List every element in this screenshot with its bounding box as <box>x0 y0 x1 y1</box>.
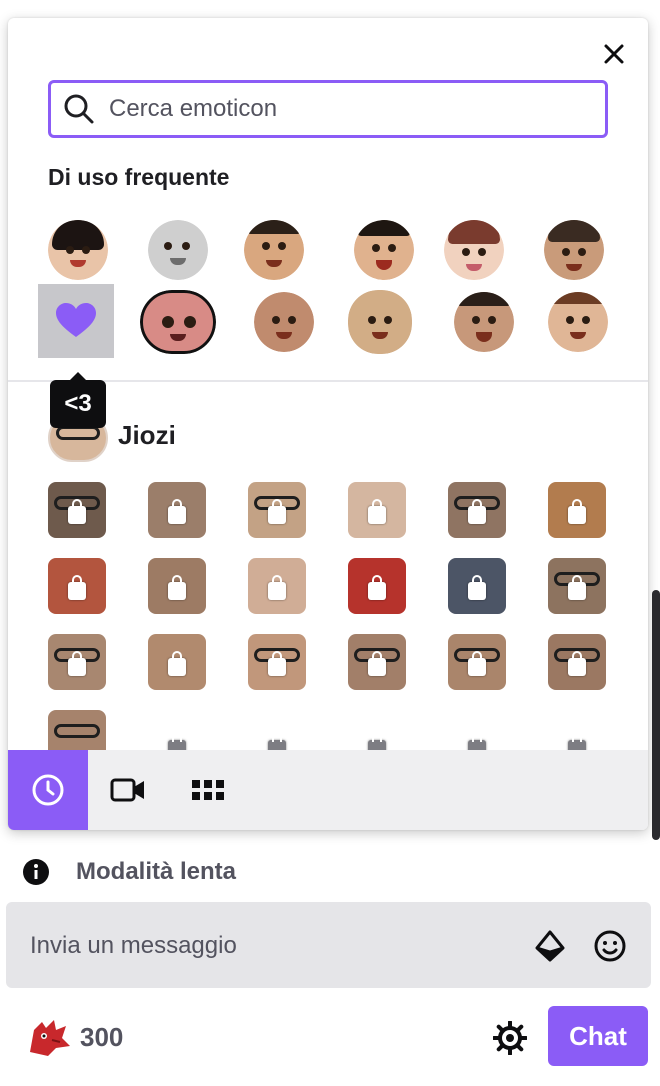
chat-send-button[interactable]: Chat <box>548 1006 648 1066</box>
lock-icon <box>368 575 386 600</box>
emote[interactable] <box>454 292 514 352</box>
locked-emote[interactable] <box>48 634 106 690</box>
slow-mode-label: Modalità lenta <box>76 858 237 885</box>
locked-emote[interactable] <box>248 482 306 538</box>
clock-icon <box>32 774 64 806</box>
emote-picker: Di uso frequente <box>8 18 648 830</box>
locked-emote[interactable] <box>248 634 306 690</box>
emote[interactable] <box>544 220 604 280</box>
close-button[interactable] <box>598 38 630 70</box>
channel-points[interactable]: 300 <box>26 1016 123 1058</box>
lock-icon <box>168 651 186 676</box>
locked-emote[interactable] <box>348 482 406 538</box>
lock-icon <box>68 575 86 600</box>
frequent-section-title: Di uso frequente <box>48 164 230 190</box>
lock-icon <box>368 651 386 676</box>
emote-search-field[interactable] <box>48 80 608 138</box>
emote-picker-button[interactable] <box>592 928 628 964</box>
emote-heart[interactable] <box>38 284 114 358</box>
grid-icon <box>192 780 224 800</box>
locked-emote[interactable] <box>348 634 406 690</box>
chat-message-input[interactable] <box>30 926 510 966</box>
emote[interactable] <box>444 220 504 280</box>
locked-emote[interactable] <box>548 482 606 538</box>
chat-settings-button[interactable] <box>490 1018 530 1058</box>
lock-icon <box>268 499 286 524</box>
locked-emote[interactable] <box>148 482 206 538</box>
lock-icon <box>68 651 86 676</box>
chat-footer: 300 Chat <box>0 1000 660 1080</box>
bits-icon <box>535 930 565 962</box>
lock-icon <box>168 575 186 600</box>
channel-points-icon <box>30 1020 70 1056</box>
emote[interactable] <box>148 220 208 280</box>
locked-emote[interactable] <box>148 558 206 614</box>
locked-emote[interactable] <box>448 634 506 690</box>
channel-name: Jiozi <box>118 420 176 450</box>
tab-all-emotes[interactable] <box>168 750 248 830</box>
tab-video[interactable] <box>88 750 168 830</box>
video-icon <box>110 778 144 802</box>
lock-icon <box>568 575 586 600</box>
emote-tooltip: <3 <box>50 372 106 428</box>
lock-icon <box>468 651 486 676</box>
emote[interactable] <box>140 290 216 354</box>
emote[interactable] <box>244 220 304 280</box>
locked-emote[interactable] <box>48 482 106 538</box>
lock-icon <box>168 499 186 524</box>
lock-icon <box>268 651 286 676</box>
lock-icon <box>568 499 586 524</box>
scrollbar-thumb[interactable] <box>652 590 660 840</box>
lock-icon <box>368 499 386 524</box>
emote-search-input[interactable] <box>109 95 569 123</box>
bits-button[interactable] <box>534 930 566 962</box>
channel-points-value: 300 <box>80 1021 124 1052</box>
locked-emote[interactable] <box>548 634 606 690</box>
locked-emote[interactable] <box>348 558 406 614</box>
emote[interactable] <box>48 220 108 280</box>
gear-icon <box>493 1021 527 1055</box>
heart-icon <box>56 303 96 337</box>
locked-emote[interactable] <box>548 558 606 614</box>
emote[interactable] <box>254 292 314 352</box>
lock-icon <box>568 651 586 676</box>
locked-emote[interactable] <box>148 634 206 690</box>
locked-emote[interactable] <box>48 558 106 614</box>
tab-frequent[interactable] <box>8 750 88 830</box>
close-icon <box>604 44 624 64</box>
emote[interactable] <box>548 292 608 352</box>
emote[interactable] <box>354 220 414 280</box>
lock-icon <box>68 499 86 524</box>
info-icon <box>23 859 49 885</box>
emote[interactable] <box>348 290 412 354</box>
chat-input-box[interactable] <box>6 902 651 988</box>
search-icon <box>64 94 94 124</box>
lock-icon <box>468 575 486 600</box>
lock-icon <box>468 499 486 524</box>
smiley-icon <box>594 930 626 962</box>
locked-emote[interactable] <box>448 482 506 538</box>
locked-emote[interactable] <box>448 558 506 614</box>
slow-mode-notice: Modalità lenta <box>22 858 236 886</box>
picker-tab-bar <box>8 750 648 830</box>
locked-emote[interactable] <box>248 558 306 614</box>
lock-icon <box>268 575 286 600</box>
